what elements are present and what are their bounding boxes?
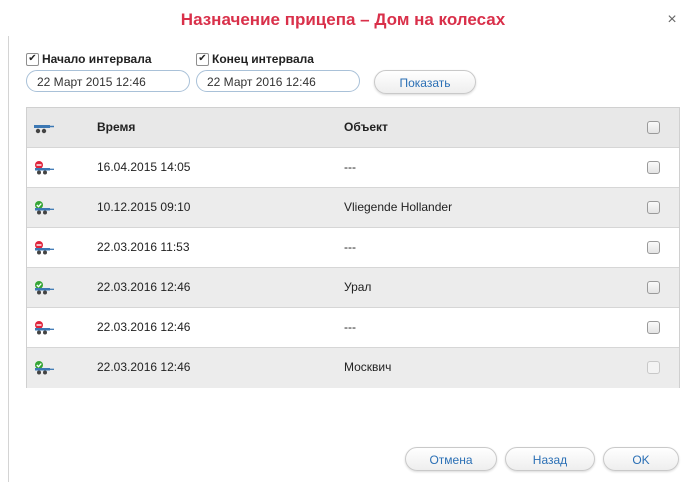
row-checkbox[interactable] bbox=[647, 321, 660, 334]
table-row[interactable]: 22.03.2016 11:53 --- bbox=[27, 228, 679, 268]
assignment-table: Время Объект 16.04.2015 14:05 --- 10.12.… bbox=[26, 107, 680, 388]
dialog-left-border bbox=[8, 36, 9, 482]
table-row[interactable]: 16.04.2015 14:05 --- bbox=[27, 148, 679, 188]
start-interval-option[interactable]: ✔ Начало интервала bbox=[26, 52, 152, 66]
end-interval-option[interactable]: ✔ Конец интервала bbox=[196, 52, 314, 66]
row-object: Vliegende Hollander bbox=[344, 200, 453, 214]
trailer-unassigned-icon bbox=[31, 228, 57, 267]
row-time: 22.03.2016 12:46 bbox=[97, 360, 191, 374]
select-all-checkbox[interactable] bbox=[647, 121, 660, 134]
trailer-assigned-icon bbox=[31, 188, 57, 227]
end-date-field[interactable]: 22 Март 2016 12:46 bbox=[196, 70, 360, 92]
row-time: 22.03.2016 12:46 bbox=[97, 320, 191, 334]
row-object: --- bbox=[344, 160, 356, 174]
row-time: 22.03.2016 11:53 bbox=[97, 240, 190, 254]
trailer-icon bbox=[31, 108, 57, 147]
end-interval-label: Конец интервала bbox=[212, 52, 314, 66]
table-row[interactable]: 22.03.2016 12:46 Москвич bbox=[27, 348, 679, 388]
row-object: Урал bbox=[344, 280, 372, 294]
row-object: Москвич bbox=[344, 360, 392, 374]
trailer-assigned-icon bbox=[31, 268, 57, 307]
row-checkbox[interactable] bbox=[647, 241, 660, 254]
row-checkbox[interactable] bbox=[647, 201, 660, 214]
start-date-field[interactable]: 22 Март 2015 12:46 bbox=[26, 70, 190, 92]
row-checkbox[interactable] bbox=[647, 161, 660, 174]
table-row[interactable]: 22.03.2016 12:46 --- bbox=[27, 308, 679, 348]
start-interval-label: Начало интервала bbox=[42, 52, 152, 66]
row-time: 22.03.2016 12:46 bbox=[97, 280, 191, 294]
row-object: --- bbox=[344, 240, 356, 254]
start-interval-checkbox[interactable]: ✔ bbox=[26, 52, 39, 66]
back-button[interactable]: Назад bbox=[505, 447, 595, 471]
trailer-unassigned-icon bbox=[31, 308, 57, 347]
row-object: --- bbox=[344, 320, 356, 334]
column-time: Время bbox=[97, 120, 136, 134]
row-time: 16.04.2015 14:05 bbox=[97, 160, 191, 174]
row-checkbox-disabled bbox=[647, 361, 660, 374]
show-button[interactable]: Показать bbox=[374, 70, 476, 94]
table-header: Время Объект bbox=[27, 108, 679, 148]
trailer-assigned-icon bbox=[31, 348, 57, 387]
close-icon[interactable]: × bbox=[664, 12, 680, 28]
column-object: Объект bbox=[344, 120, 388, 134]
row-checkbox[interactable] bbox=[647, 281, 660, 294]
dialog-title: Назначение прицепа – Дом на колесах bbox=[180, 10, 506, 29]
trailer-assignment-dialog: Назначение прицепа – Дом на колесах × ✔ … bbox=[0, 0, 686, 482]
trailer-unassigned-icon bbox=[31, 148, 57, 187]
cancel-button[interactable]: Отмена bbox=[405, 447, 497, 471]
ok-button[interactable]: OK bbox=[603, 447, 679, 471]
end-interval-checkbox[interactable]: ✔ bbox=[196, 52, 209, 66]
row-time: 10.12.2015 09:10 bbox=[97, 200, 191, 214]
table-row[interactable]: 10.12.2015 09:10 Vliegende Hollander bbox=[27, 188, 679, 228]
table-row[interactable]: 22.03.2016 12:46 Урал bbox=[27, 268, 679, 308]
